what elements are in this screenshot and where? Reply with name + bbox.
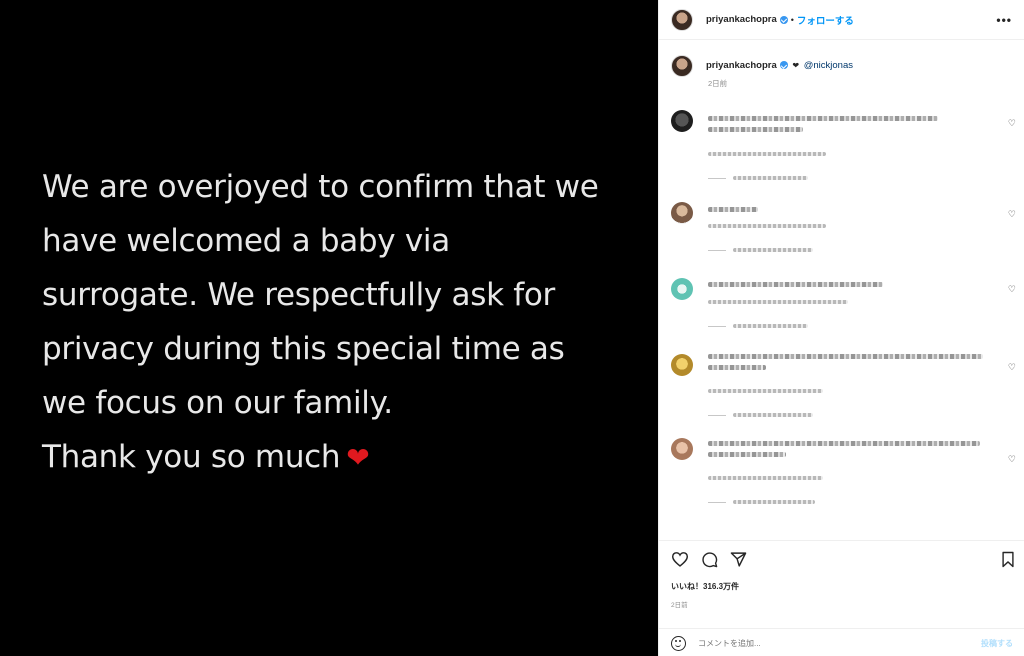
post-text-line: have welcomed a baby via — [42, 223, 450, 259]
blurred-comment-meta — [708, 224, 826, 228]
post-image-text: We are overjoyed to confirm that we have… — [42, 160, 642, 485]
view-replies-line — [708, 326, 726, 327]
avatar[interactable] — [671, 110, 693, 132]
caption-text: priyankachopra ❤ @nickjonas — [706, 60, 853, 71]
view-replies-line — [708, 502, 726, 503]
caption-timestamp: 2日前 — [708, 79, 728, 88]
verified-badge-icon — [779, 61, 788, 69]
post-actions: いいね！316.3万件 2日前 投稿する — [659, 540, 1024, 656]
post-text-line-last: Thank you so much ❤ — [42, 430, 642, 485]
heart-icon[interactable]: ♡ — [1008, 209, 1016, 220]
heart-icon[interactable]: ♡ — [1008, 454, 1016, 465]
post-text-line: privacy during this special time as — [42, 331, 565, 367]
post-image[interactable]: We are overjoyed to confirm that we have… — [0, 0, 658, 656]
likes-count[interactable]: いいね！316.3万件 — [671, 581, 739, 592]
verified-badge-icon — [779, 15, 788, 24]
blurred-view-replies[interactable] — [733, 500, 815, 504]
post-text-line: surrogate. We respectfully ask for — [42, 277, 556, 313]
heart-icon[interactable]: ♡ — [1008, 284, 1016, 295]
blurred-comment-meta — [708, 389, 823, 393]
post-text-line: We are overjoyed to confirm that we — [42, 169, 599, 205]
action-icons — [671, 551, 747, 568]
blurred-comment-meta — [708, 152, 826, 156]
list-item: ♡ — [671, 202, 1016, 266]
blurred-comment-text — [708, 365, 766, 370]
bookmark-icon[interactable] — [1001, 551, 1015, 573]
post-sidebar: priyankachopra • フォローする ••• priyankachop… — [658, 0, 1024, 656]
avatar[interactable] — [671, 202, 693, 224]
blurred-comment-text — [708, 354, 983, 359]
caption-username[interactable]: priyankachopra — [706, 60, 777, 71]
blurred-comment-meta — [708, 476, 823, 480]
blurred-comment-text — [708, 116, 938, 121]
comment-input[interactable] — [698, 638, 981, 648]
separator-dot: • — [790, 14, 794, 25]
post-text-line: Thank you so much — [42, 439, 341, 475]
blurred-comment-text — [708, 127, 803, 132]
heart-emoji: ❤ — [792, 61, 800, 70]
blurred-comment-text — [708, 282, 883, 287]
post-caption: priyankachopra ❤ @nickjonas 2日前 — [659, 40, 1024, 89]
more-options-icon[interactable]: ••• — [996, 13, 1012, 27]
heart-icon[interactable]: ♡ — [1008, 118, 1016, 129]
post-header: priyankachopra • フォローする ••• — [659, 0, 1024, 40]
avatar[interactable] — [671, 354, 693, 376]
post-text-line: we focus on our family. — [42, 385, 393, 421]
heart-icon[interactable]: ♡ — [1008, 362, 1016, 373]
list-item: ♡ — [671, 354, 1016, 424]
list-item: ♡ — [671, 278, 1016, 338]
emoji-picker-icon[interactable] — [671, 635, 686, 651]
avatar[interactable] — [671, 438, 693, 460]
blurred-comment-text — [708, 452, 786, 457]
blurred-view-replies[interactable] — [733, 324, 808, 328]
avatar[interactable] — [671, 55, 693, 77]
list-item: ♡ — [671, 438, 1016, 512]
comment-bubble-icon[interactable] — [701, 551, 718, 568]
header-username[interactable]: priyankachopra — [706, 14, 777, 25]
avatar[interactable] — [671, 8, 693, 31]
blurred-comment-text — [708, 207, 758, 212]
blurred-comment-meta — [708, 300, 848, 304]
like-heart-icon[interactable] — [671, 551, 689, 568]
instagram-post-window: We are overjoyed to confirm that we have… — [0, 0, 1024, 656]
blurred-view-replies[interactable] — [733, 413, 813, 417]
add-comment-bar: 投稿する — [659, 628, 1024, 656]
blurred-view-replies[interactable] — [733, 248, 813, 252]
post-date: 2日前 — [671, 602, 688, 609]
view-replies-line — [708, 250, 726, 251]
avatar[interactable] — [671, 278, 693, 300]
list-item: ♡ — [671, 110, 1016, 190]
view-replies-line — [708, 178, 726, 179]
post-comment-button[interactable]: 投稿する — [981, 638, 1013, 649]
mention-link[interactable]: @nickjonas — [804, 60, 853, 71]
view-replies-line — [708, 415, 726, 416]
red-heart-emoji: ❤ — [346, 441, 370, 474]
blurred-view-replies[interactable] — [733, 176, 808, 180]
share-paper-plane-icon[interactable] — [730, 551, 747, 568]
blurred-comment-text — [708, 441, 980, 446]
follow-button[interactable]: フォローする — [797, 13, 854, 27]
